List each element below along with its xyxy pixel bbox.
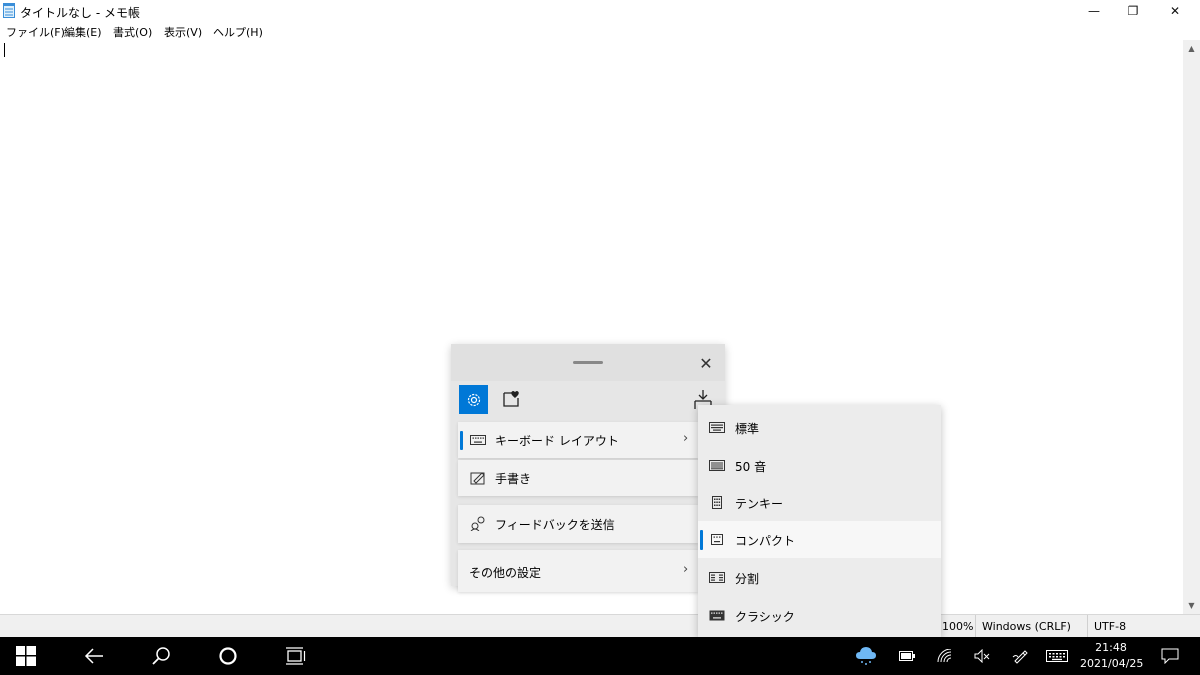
scroll-up-icon[interactable]: ▲ [1183, 40, 1200, 57]
keyboard-layout-submenu: 標準 50 音 テンキー コンパクト 分割 クラシック [698, 405, 941, 637]
layout-classic[interactable]: クラシック [698, 597, 941, 634]
volume-muted-icon [974, 649, 990, 663]
menu-keyboard-layout[interactable]: キーボード レイアウト › [458, 422, 698, 458]
keyboard-50on-icon [709, 460, 725, 471]
battery-button[interactable] [887, 637, 927, 675]
selection-indicator [700, 530, 703, 550]
menu-send-feedback[interactable]: フィードバックを送信 [458, 505, 698, 543]
keyboard-classic-icon [709, 610, 725, 621]
emoji-heart-icon [503, 391, 519, 407]
layout-tenkey[interactable]: テンキー [698, 484, 941, 521]
line-ending: Windows (CRLF) [975, 615, 1087, 638]
keyboard-standard-icon [709, 422, 725, 433]
back-button[interactable] [74, 637, 114, 675]
volume-button[interactable] [962, 637, 1002, 675]
text-caret [4, 43, 5, 57]
panel-close-button[interactable]: ✕ [696, 353, 716, 373]
search-icon [152, 647, 170, 665]
start-button[interactable] [6, 637, 46, 675]
wifi-icon [937, 649, 952, 663]
feedback-icon [470, 516, 485, 531]
gear-icon [467, 393, 480, 406]
action-center-button[interactable] [1150, 637, 1190, 675]
layout-standard[interactable]: 標準 [698, 409, 941, 446]
pen-button[interactable] [1000, 637, 1040, 675]
numpad-icon [712, 496, 722, 509]
menu-bar: ファイル(F) 編集(E) 書式(O) 表示(V) ヘルプ(H) [0, 22, 1200, 41]
status-bar: 100% Windows (CRLF) UTF-8 [0, 614, 1200, 638]
menu-item-label: その他の設定 [469, 566, 542, 580]
clock-date: 2021/04/25 [1080, 657, 1144, 670]
windows-logo-icon [16, 646, 36, 666]
menu-help[interactable]: ヘルプ(H) [213, 24, 263, 40]
menu-format[interactable]: 書式(O) [113, 24, 152, 40]
panel-toolbar [451, 381, 725, 418]
menu-item-label: キーボード レイアウト [495, 434, 619, 448]
menu-more-settings[interactable]: その他の設定 › [458, 550, 698, 592]
back-arrow-icon [84, 648, 103, 664]
layout-label: テンキー [735, 497, 784, 511]
restore-button[interactable]: ❐ [1110, 0, 1156, 22]
keyboard-icon [470, 435, 486, 445]
layout-compact[interactable]: コンパクト [698, 521, 941, 558]
keyboard-compact-icon [711, 534, 723, 545]
settings-tab[interactable] [459, 385, 488, 414]
title-bar[interactable]: タイトルなし - メモ帳 — ❐ ✕ [0, 0, 1200, 22]
layout-split[interactable]: 分割 [698, 559, 941, 596]
cortana-circle-icon [219, 647, 237, 665]
window-title: タイトルなし - メモ帳 [20, 6, 140, 20]
handwriting-icon [470, 472, 485, 485]
menu-item-label: 手書き [495, 472, 532, 486]
layout-label: 分割 [735, 572, 760, 586]
chevron-right-icon: › [683, 431, 689, 446]
layout-label: 標準 [735, 422, 760, 436]
encoding: UTF-8 [1087, 615, 1184, 638]
pen-workspace-icon [1012, 650, 1028, 664]
notification-icon [1161, 648, 1179, 664]
taskbar-clock[interactable]: 21:48 2021/04/25 [1080, 640, 1144, 672]
cortana-button[interactable] [208, 637, 248, 675]
menu-edit[interactable]: 編集(E) [64, 24, 102, 40]
weather-button[interactable] [846, 637, 886, 675]
menu-item-label: フィードバックを送信 [495, 518, 615, 532]
layout-50-on[interactable]: 50 音 [698, 447, 941, 484]
menu-handwriting[interactable]: 手書き [458, 460, 698, 496]
clock-time: 21:48 [1095, 641, 1127, 654]
network-button[interactable] [925, 637, 965, 675]
menu-view[interactable]: 表示(V) [164, 24, 202, 40]
layout-label: コンパクト [735, 534, 796, 548]
taskbar: 21:48 2021/04/25 [0, 637, 1200, 675]
close-button[interactable]: ✕ [1152, 0, 1198, 22]
vertical-scrollbar[interactable]: ▲ ▼ [1183, 40, 1200, 614]
chevron-right-icon: › [683, 562, 689, 577]
task-view-button[interactable] [276, 637, 316, 675]
search-button[interactable] [141, 637, 181, 675]
notepad-icon [3, 3, 15, 18]
scroll-down-icon[interactable]: ▼ [1183, 597, 1200, 614]
battery-icon [899, 651, 915, 661]
layout-label: クラシック [735, 610, 795, 624]
keyboard-split-icon [709, 572, 725, 583]
drag-handle-icon[interactable] [573, 361, 603, 364]
layout-label: 50 音 [735, 460, 767, 474]
emoji-tab[interactable] [501, 389, 521, 409]
keyboard-icon [1046, 650, 1068, 662]
panel-drag-bar[interactable]: ✕ [451, 344, 725, 381]
weather-cloud-icon [856, 647, 876, 665]
touch-keyboard-button[interactable] [1037, 637, 1077, 675]
menu-file[interactable]: ファイル(F) [6, 24, 65, 40]
task-view-icon [286, 647, 306, 665]
selection-indicator [460, 431, 463, 450]
